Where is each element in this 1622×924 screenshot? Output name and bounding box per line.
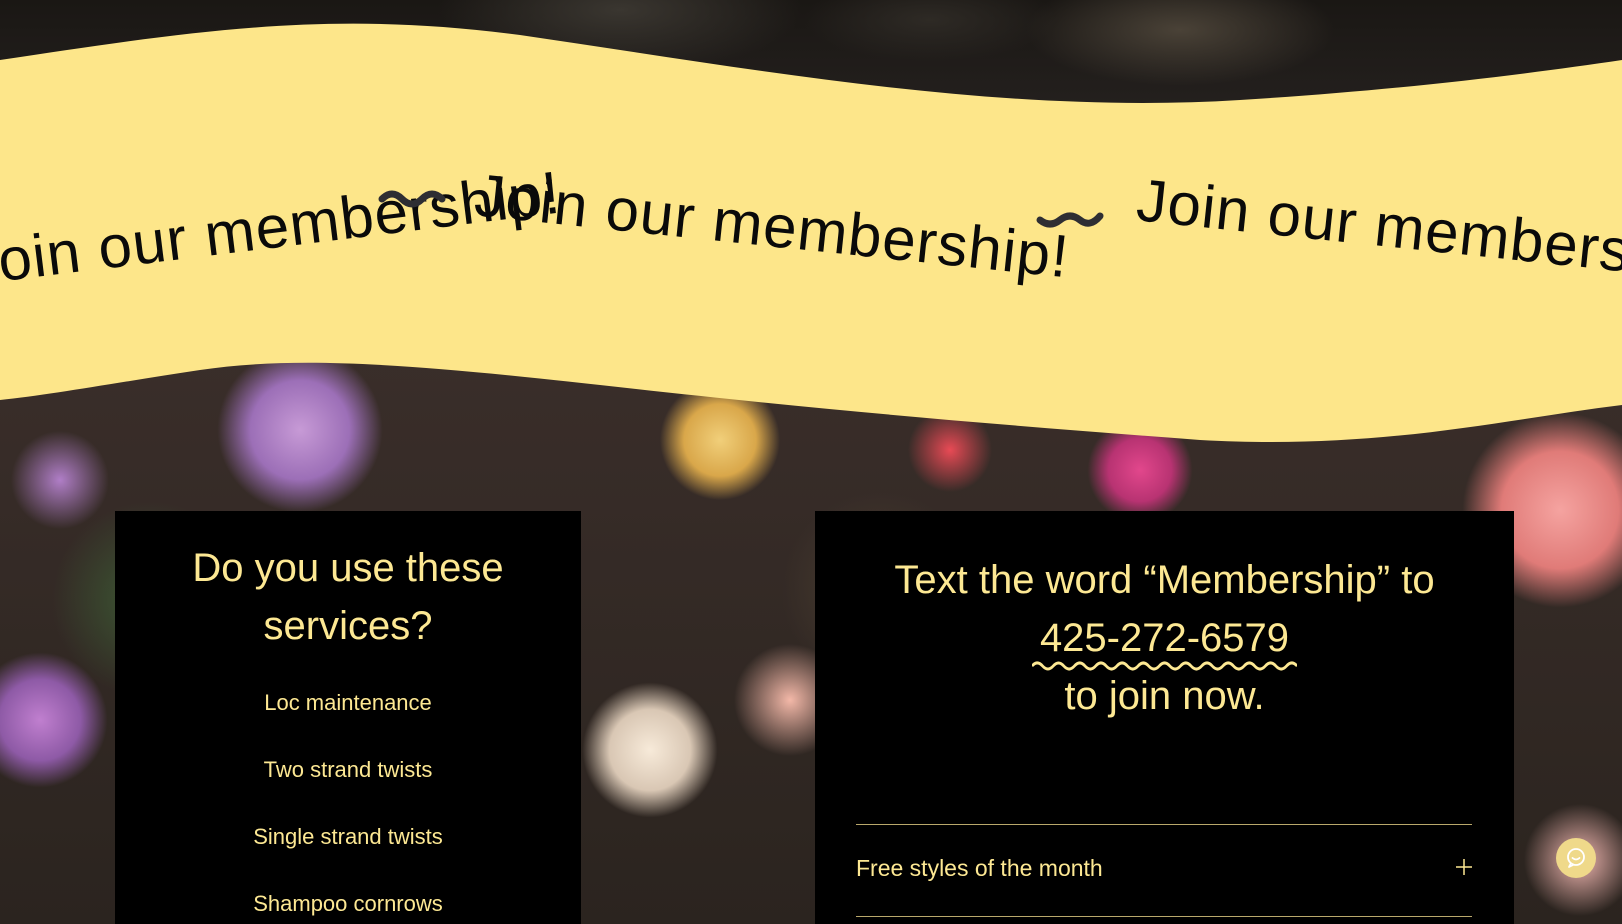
services-list: Loc maintenance Two strand twists Single… — [115, 669, 581, 924]
service-item: Two strand twists — [263, 757, 433, 782]
services-card: Do you use these services? Loc maintenan… — [115, 511, 581, 924]
accordion-label: Free styles of the month — [856, 855, 1103, 881]
page: Join our membership! Join our membership… — [0, 0, 1622, 924]
benefits-accordion: Free styles of the month — [856, 824, 1472, 917]
cta-prefix: Text the word “Membership” to — [894, 558, 1435, 602]
phone-number-link[interactable]: 425-272-6579 — [1031, 609, 1298, 671]
chat-bubble-icon — [1567, 848, 1585, 868]
services-title-line1: Do you use these — [192, 546, 504, 590]
cta-suffix: to join now. — [1064, 674, 1265, 718]
plus-icon[interactable] — [1456, 859, 1472, 875]
squiggle-underline — [1031, 661, 1298, 671]
chat-button[interactable] — [1556, 838, 1596, 878]
membership-card: Text the word “Membership” to 425-272-65… — [815, 511, 1514, 924]
services-title-line2: services? — [263, 604, 433, 648]
service-item: Shampoo cornrows — [253, 891, 443, 916]
phone-number: 425-272-6579 — [1039, 616, 1290, 660]
service-item: Loc maintenance — [264, 690, 432, 715]
services-title: Do you use these services? — [115, 511, 581, 655]
service-item: Single strand twists — [253, 824, 443, 849]
accordion-item-free-styles[interactable]: Free styles of the month — [856, 825, 1472, 917]
membership-cta: Text the word “Membership” to 425-272-65… — [815, 551, 1514, 725]
